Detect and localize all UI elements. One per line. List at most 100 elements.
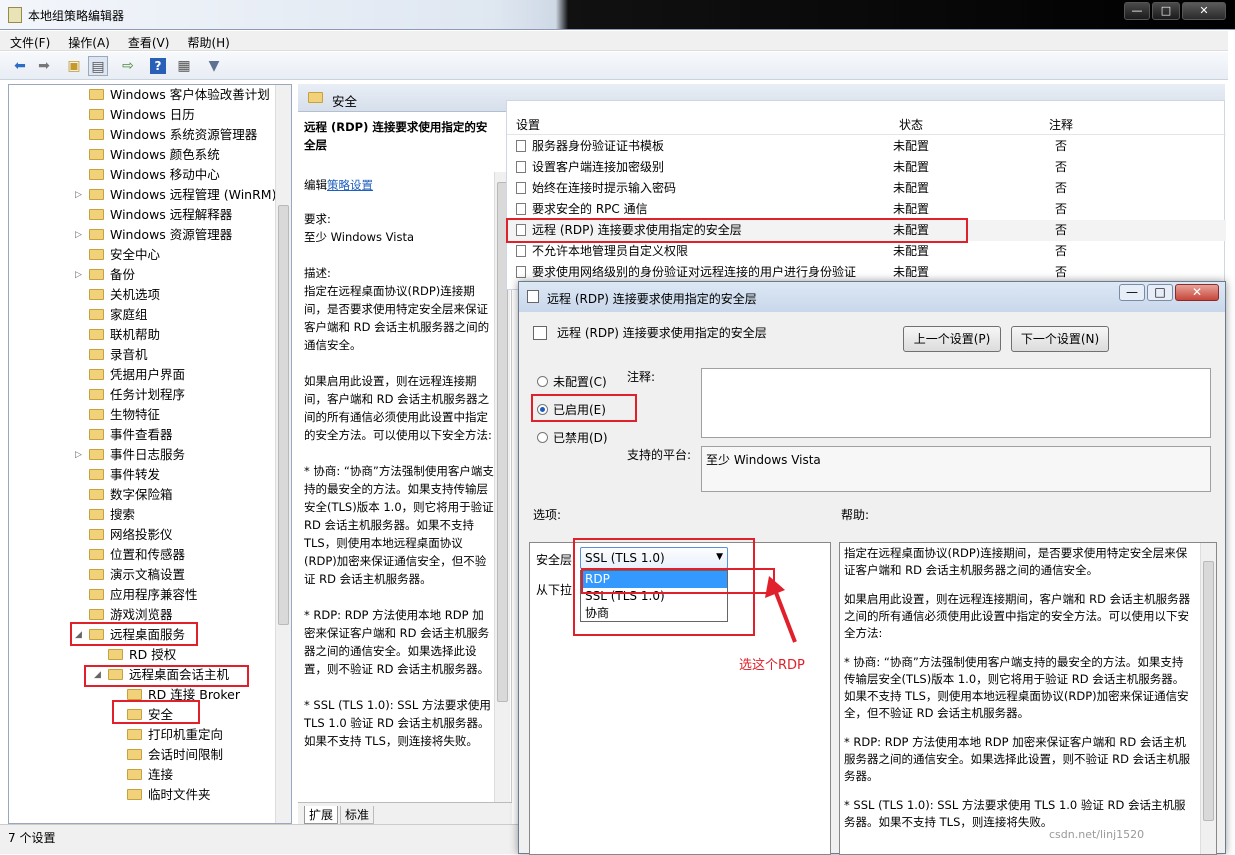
- policy-settings-link[interactable]: 策略设置: [327, 178, 373, 192]
- expand-arrow-icon[interactable]: ▷: [75, 445, 82, 465]
- tree-item[interactable]: 搜索: [89, 505, 135, 525]
- menu-view[interactable]: 查看(V): [118, 31, 178, 51]
- highlight-session-host: [84, 665, 249, 687]
- tree-item-label: 应用程序兼容性: [110, 587, 198, 602]
- tree-item[interactable]: Windows 客户体验改善计划: [89, 85, 270, 105]
- tree-item[interactable]: 网络投影仪: [89, 525, 173, 545]
- tree-item[interactable]: 打印机重定向: [127, 725, 223, 745]
- policy-icon: [516, 182, 526, 194]
- policy-row[interactable]: 不允许本地管理员自定义权限 未配置 否: [507, 241, 1226, 262]
- policy-title: 远程 (RDP) 连接要求使用指定的安全层: [304, 120, 488, 152]
- tree-item[interactable]: 应用程序兼容性: [89, 585, 198, 605]
- properties-icon[interactable]: ▦: [174, 56, 194, 76]
- minimize-button[interactable]: —: [1124, 2, 1150, 20]
- back-icon[interactable]: ⬅: [10, 56, 30, 76]
- filter-icon[interactable]: ▼: [204, 56, 224, 76]
- tree-item[interactable]: 家庭组: [89, 305, 148, 325]
- menu-file[interactable]: 文件(F): [0, 31, 58, 51]
- highlight-enabled: [531, 394, 637, 422]
- dialog-close-button[interactable]: ✕: [1175, 284, 1219, 301]
- menu-action[interactable]: 操作(A): [58, 31, 118, 51]
- tree-scrollbar[interactable]: [275, 85, 291, 823]
- tree-scroll-thumb[interactable]: [278, 205, 289, 625]
- menu-bar: 文件(F) 操作(A) 查看(V) 帮助(H): [0, 31, 1228, 51]
- policy-icon: [516, 203, 526, 215]
- comment-textarea[interactable]: [701, 368, 1211, 438]
- policy-name: 要求使用网络级别的身份验证对远程连接的用户进行身份验证: [532, 265, 857, 279]
- col-state[interactable]: 状态: [899, 116, 923, 133]
- tree-item[interactable]: 录音机: [89, 345, 148, 365]
- policy-row[interactable]: 服务器身份验证证书模板 未配置 否: [507, 136, 1226, 157]
- description-paragraph: * SSL (TLS 1.0): SSL 方法要求使用 TLS 1.0 验证 R…: [304, 698, 491, 748]
- tree-item[interactable]: Windows 颜色系统: [89, 145, 220, 165]
- forward-icon[interactable]: ➡: [34, 56, 54, 76]
- tree-item[interactable]: 会话时间限制: [127, 745, 223, 765]
- tree-item[interactable]: 安全中心: [89, 245, 160, 265]
- tree-item[interactable]: 任务计划程序: [89, 385, 185, 405]
- tree-item[interactable]: Windows 系统资源管理器: [89, 125, 257, 145]
- policy-row[interactable]: 要求安全的 RPC 通信 未配置 否: [507, 199, 1226, 220]
- folder-icon: [127, 789, 142, 800]
- policy-state: 未配置: [893, 139, 930, 153]
- close-button[interactable]: ✕: [1182, 2, 1226, 20]
- tree-item[interactable]: 联机帮助: [89, 325, 160, 345]
- expand-arrow-icon[interactable]: ▷: [75, 185, 82, 205]
- export-icon[interactable]: ⇨: [118, 56, 138, 76]
- policy-comment: 否: [1055, 160, 1068, 174]
- tree-item[interactable]: ▷ Windows 资源管理器: [75, 225, 232, 245]
- menu-help[interactable]: 帮助(H): [177, 31, 237, 51]
- tree-item[interactable]: 位置和传感器: [89, 545, 185, 565]
- tab-extended[interactable]: 扩展: [304, 806, 339, 824]
- tree-item[interactable]: 事件查看器: [89, 425, 173, 445]
- highlight-policy-row: [506, 218, 968, 243]
- policy-icon: [516, 245, 526, 257]
- from-list-text: 从下拉: [536, 583, 573, 597]
- next-setting-button[interactable]: 下一个设置(N): [1011, 326, 1109, 352]
- expand-arrow-icon[interactable]: ▷: [75, 225, 82, 245]
- up-folder-icon[interactable]: ▣: [64, 56, 84, 76]
- app-icon: [8, 7, 22, 23]
- tree-item-label: 录音机: [110, 347, 148, 362]
- radio-not-configured[interactable]: 未配置(C): [537, 373, 607, 390]
- col-comment[interactable]: 注释: [1049, 116, 1073, 133]
- dialog-minimize-button[interactable]: —: [1119, 284, 1145, 301]
- tree-item[interactable]: ▷ Windows 远程管理 (WinRM): [75, 185, 276, 205]
- folder-icon: [127, 729, 142, 740]
- prev-setting-button[interactable]: 上一个设置(P): [903, 326, 1001, 352]
- policy-row[interactable]: 设置客户端连接加密级别 未配置 否: [507, 157, 1226, 178]
- tree-item[interactable]: 关机选项: [89, 285, 160, 305]
- radio-disabled[interactable]: 已禁用(D): [537, 429, 608, 446]
- tree-item[interactable]: ▷ 备份: [75, 265, 135, 285]
- tree-item[interactable]: 临时文件夹: [127, 785, 211, 805]
- folder-icon: [89, 369, 104, 380]
- tree-item[interactable]: 生物特征: [89, 405, 160, 425]
- policy-row[interactable]: 要求使用网络级别的身份验证对远程连接的用户进行身份验证 未配置 否: [507, 262, 1226, 283]
- tree-item[interactable]: 演示文稿设置: [89, 565, 185, 585]
- col-setting[interactable]: 设置: [516, 116, 540, 133]
- tree-item[interactable]: Windows 移动中心: [89, 165, 220, 185]
- tree-item-label: Windows 系统资源管理器: [110, 127, 258, 142]
- tree-item[interactable]: 凭据用户界面: [89, 365, 185, 385]
- help-icon[interactable]: ?: [150, 58, 166, 74]
- policy-name: 服务器身份验证证书模板: [532, 139, 665, 153]
- tab-standard[interactable]: 标准: [340, 806, 375, 824]
- tree-item[interactable]: ▷ 事件日志服务: [75, 445, 185, 465]
- tree-item-label: 会话时间限制: [148, 747, 224, 762]
- dialog-maximize-button[interactable]: □: [1147, 284, 1173, 301]
- tree-item-label: 演示文稿设置: [110, 567, 186, 582]
- tree-item[interactable]: 连接: [127, 765, 173, 785]
- folder-icon: [89, 189, 104, 200]
- help-scrollbar[interactable]: [1200, 543, 1216, 854]
- tree-item[interactable]: Windows 远程解释器: [89, 205, 232, 225]
- tree-item[interactable]: 事件转发: [89, 465, 160, 485]
- help-scroll-thumb[interactable]: [1203, 561, 1214, 821]
- folder-icon: [89, 529, 104, 540]
- show-tree-icon[interactable]: ▤: [88, 56, 108, 76]
- tree-item[interactable]: 数字保险箱: [89, 485, 173, 505]
- policy-row[interactable]: 始终在连接时提示输入密码 未配置 否: [507, 178, 1226, 199]
- tree-item[interactable]: RD 授权: [108, 645, 176, 665]
- tree-item[interactable]: Windows 日历: [89, 105, 195, 125]
- maximize-button[interactable]: □: [1152, 2, 1180, 20]
- expand-arrow-icon[interactable]: ▷: [75, 265, 82, 285]
- folder-icon: [89, 329, 104, 340]
